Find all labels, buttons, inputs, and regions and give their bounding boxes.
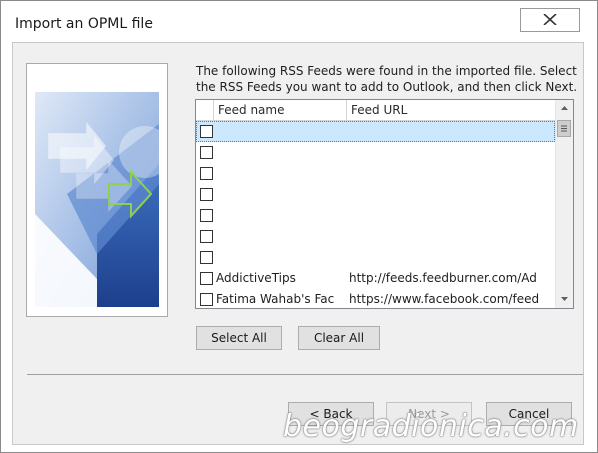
- scroll-up-arrow-icon[interactable]: [556, 100, 573, 117]
- close-button[interactable]: [520, 8, 580, 32]
- scroll-thumb[interactable]: [557, 120, 571, 137]
- divider: [27, 374, 583, 375]
- vertical-scrollbar[interactable]: [555, 100, 573, 308]
- feed-url-cell: https://www.facebook.com/feed: [349, 292, 540, 306]
- feed-checkbox[interactable]: [200, 251, 213, 264]
- feed-url-cell: http://feeds.feedburner.com/Ad: [349, 271, 537, 285]
- dialog-content: The following RSS Feeds were found in th…: [12, 42, 584, 445]
- header-feed-name[interactable]: Feed name: [213, 100, 346, 120]
- feed-row[interactable]: [196, 163, 555, 184]
- title-bar: Import an OPML file: [1, 1, 597, 37]
- instructions-text: The following RSS Feeds were found in th…: [196, 64, 578, 94]
- feed-row[interactable]: [196, 205, 555, 226]
- feed-row[interactable]: AddictiveTips http://feeds.feedburner.com…: [196, 268, 555, 289]
- feed-checkbox[interactable]: [200, 188, 213, 201]
- wizard-artwork: [26, 63, 171, 317]
- dialog-title: Import an OPML file: [15, 16, 153, 32]
- feed-row[interactable]: [196, 142, 555, 163]
- feed-name-cell: Fatima Wahab's Fac: [216, 292, 335, 306]
- clear-all-button[interactable]: Clear All: [298, 326, 380, 350]
- feeds-rows: AddictiveTips http://feeds.feedburner.com…: [196, 121, 555, 310]
- feed-checkbox[interactable]: [200, 293, 213, 306]
- feed-checkbox[interactable]: [200, 146, 213, 159]
- select-all-button[interactable]: Select All: [196, 326, 282, 350]
- feed-checkbox[interactable]: [200, 167, 213, 180]
- feeds-list[interactable]: Feed name Feed URL AddictiveTips http://f…: [195, 99, 574, 309]
- watermark: beogradionica.com: [283, 409, 579, 444]
- feed-checkbox[interactable]: [200, 272, 213, 285]
- feed-row[interactable]: Fatima Wahab's Fac https://www.facebook.c…: [196, 289, 555, 310]
- feed-row[interactable]: [196, 247, 555, 268]
- close-icon: [543, 14, 557, 25]
- header-checkbox-column: [196, 100, 213, 120]
- import-opml-dialog: Import an OPML file The following RSS Fe…: [0, 0, 598, 453]
- feed-row[interactable]: [196, 121, 555, 142]
- rss-arrows-illustration: [27, 64, 171, 316]
- feed-row[interactable]: [196, 226, 555, 247]
- feed-checkbox[interactable]: [200, 125, 213, 138]
- header-feed-url[interactable]: Feed URL: [346, 100, 555, 120]
- list-header: Feed name Feed URL: [196, 100, 555, 121]
- scroll-down-arrow-icon[interactable]: [556, 290, 573, 307]
- feed-name-cell: AddictiveTips: [216, 271, 296, 285]
- feed-checkbox[interactable]: [200, 209, 213, 222]
- feed-checkbox[interactable]: [200, 230, 213, 243]
- feed-row[interactable]: [196, 184, 555, 205]
